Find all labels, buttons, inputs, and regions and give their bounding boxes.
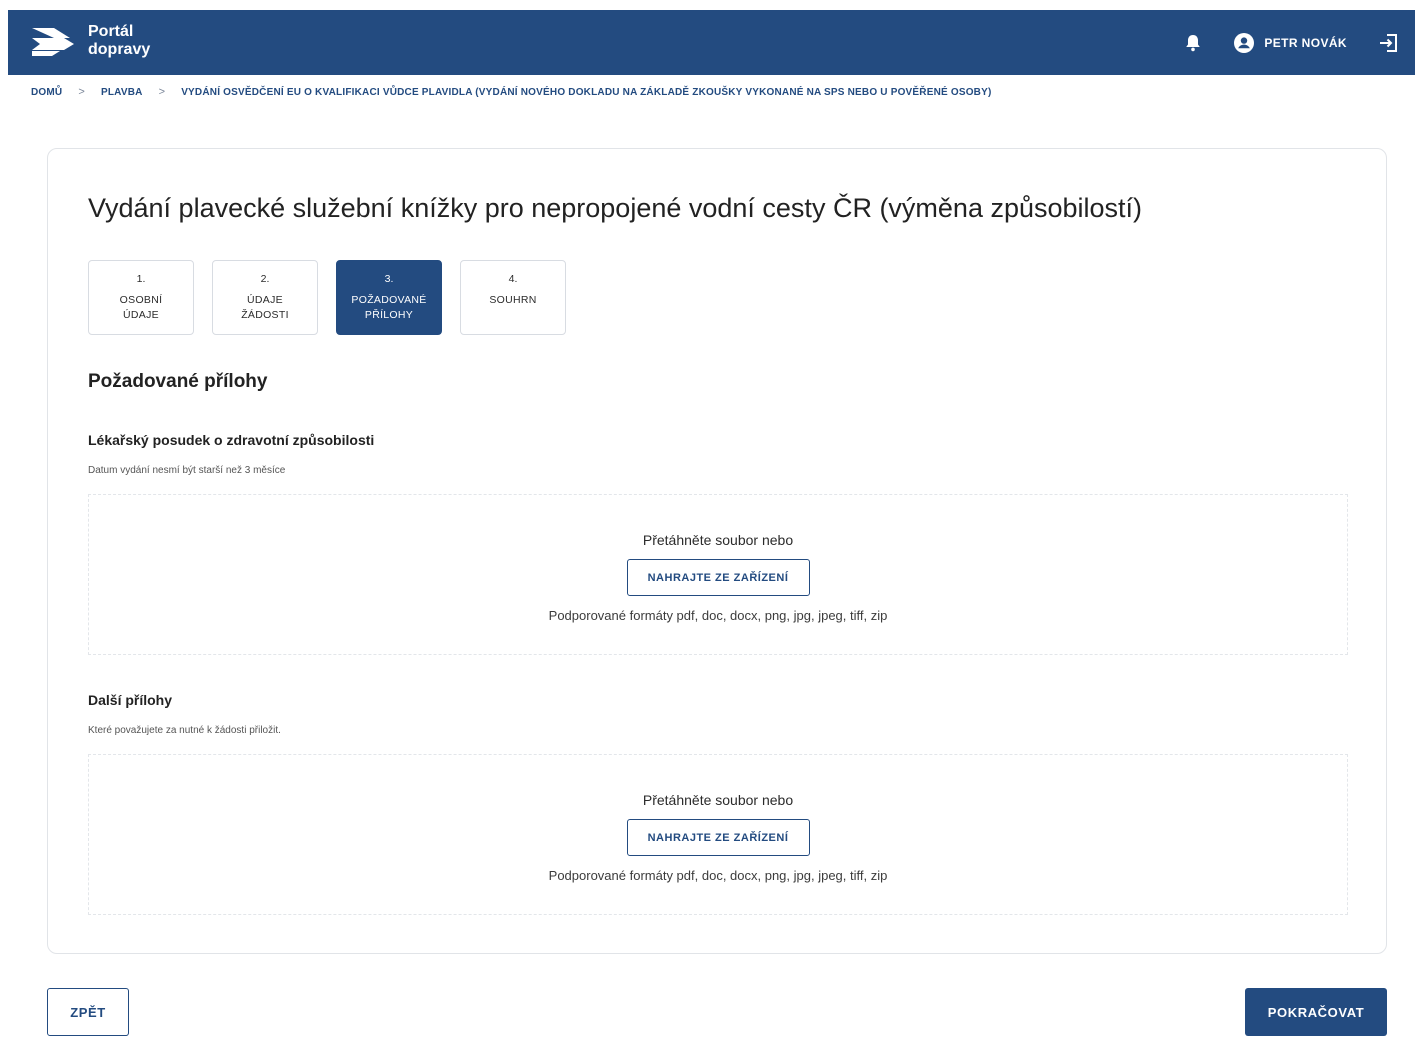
- back-button[interactable]: ZPĚT: [47, 988, 129, 1036]
- supported-formats-text: Podporované formáty pdf, doc, docx, png,…: [548, 868, 888, 883]
- step-label: OSOBNÍ ÚDAJE: [119, 294, 163, 321]
- upload-from-device-button[interactable]: NAHRAJTE ZE ZAŘÍZENÍ: [626, 819, 810, 856]
- step-number: 1.: [136, 273, 146, 285]
- step-number: 2.: [260, 273, 270, 285]
- step-label: POŽADOVANÉ PŘÍLOHY: [351, 294, 427, 321]
- step-udaje-zadosti[interactable]: 2. ÚDAJE ŽÁDOSTI: [212, 260, 318, 335]
- notifications-button[interactable]: [1182, 32, 1204, 54]
- form-card: Vydání plavecké služební knížky pro nepr…: [47, 148, 1387, 954]
- dropzone-text: Přetáhněte soubor nebo: [642, 792, 794, 808]
- breadcrumb-item-plavba[interactable]: PLAVBA: [101, 87, 143, 98]
- user-avatar-icon: [1234, 32, 1255, 53]
- portal-logo-icon[interactable]: [30, 24, 76, 60]
- breadcrumb-item-current[interactable]: VYDÁNÍ OSVĚDČENÍ EU O KVALIFIKACI VŮDCE …: [181, 87, 991, 98]
- upload-from-device-button[interactable]: NAHRAJTE ZE ZAŘÍZENÍ: [626, 559, 810, 596]
- bell-icon: [1186, 34, 1201, 51]
- logout-icon[interactable]: [1377, 31, 1401, 55]
- dropzone-text: Přetáhněte soubor nebo: [642, 532, 794, 548]
- attachment-group-description: Datum vydání nesmí být starší než 3 měsí…: [88, 465, 286, 476]
- step-osobni-udaje[interactable]: 1. OSOBNÍ ÚDAJE: [88, 260, 194, 335]
- logo-line-1: Portál: [88, 23, 134, 40]
- page-title: Vydání plavecké služební knížky pro nepr…: [88, 193, 1143, 223]
- top-bar: Portál dopravy PETR NOVÁK: [8, 10, 1415, 75]
- breadcrumb-separator: >: [158, 86, 166, 98]
- attachment-group-title: Další přílohy: [88, 692, 173, 708]
- portal-logo-text[interactable]: Portál dopravy: [88, 23, 150, 59]
- step-pozadovane-prilohy[interactable]: 3. POŽADOVANÉ PŘÍLOHY: [336, 260, 442, 335]
- supported-formats-text: Podporované formáty pdf, doc, docx, png,…: [548, 608, 888, 623]
- header-actions: PETR NOVÁK: [1182, 10, 1415, 75]
- logo-line-2: dopravy: [88, 41, 151, 58]
- attachment-group-title: Lékařský posudek o zdravotní způsobilost…: [88, 432, 375, 448]
- step-label: SOUHRN: [489, 294, 537, 306]
- breadcrumb: DOMŮ > PLAVBA > VYDÁNÍ OSVĚDČENÍ EU O KV…: [31, 86, 992, 98]
- breadcrumb-separator: >: [78, 86, 85, 98]
- file-dropzone-medical[interactable]: Přetáhněte soubor nebo NAHRAJTE ZE ZAŘÍZ…: [88, 494, 1348, 655]
- user-menu[interactable]: PETR NOVÁK: [1234, 32, 1347, 53]
- stepper: 1. OSOBNÍ ÚDAJE 2. ÚDAJE ŽÁDOSTI 3. POŽA…: [88, 260, 584, 335]
- section-title: Požadované přílohy: [88, 371, 268, 392]
- user-name: PETR NOVÁK: [1264, 35, 1347, 50]
- step-number: 4.: [508, 273, 518, 285]
- attachment-group-description: Které považujete za nutné k žádosti přil…: [88, 725, 281, 736]
- file-dropzone-other[interactable]: Přetáhněte soubor nebo NAHRAJTE ZE ZAŘÍZ…: [88, 754, 1348, 915]
- breadcrumb-item-home[interactable]: DOMŮ: [31, 87, 62, 98]
- continue-button[interactable]: POKRAČOVAT: [1245, 988, 1387, 1036]
- step-label: ÚDAJE ŽÁDOSTI: [241, 294, 289, 321]
- step-number: 3.: [384, 273, 394, 285]
- step-souhrn[interactable]: 4. SOUHRN: [460, 260, 566, 335]
